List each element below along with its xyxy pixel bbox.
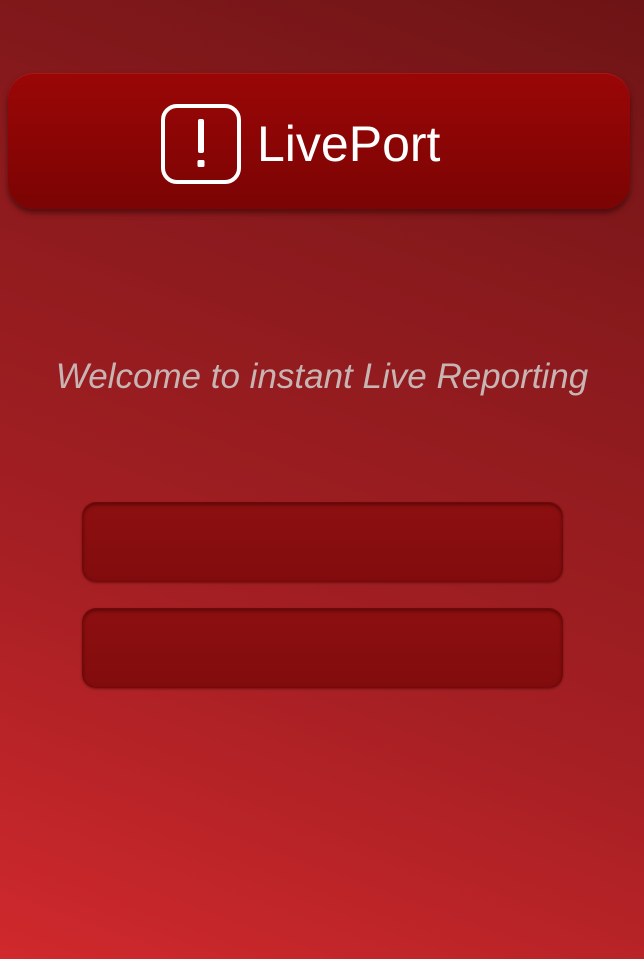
welcome-message: Welcome to instant Live Reporting [55,357,589,396]
second-input-field[interactable] [82,608,563,688]
first-input-field[interactable] [82,502,563,582]
app-logo: LivePort [161,102,440,186]
app-name: LivePort [257,116,441,172]
exclamation-icon [161,104,241,184]
